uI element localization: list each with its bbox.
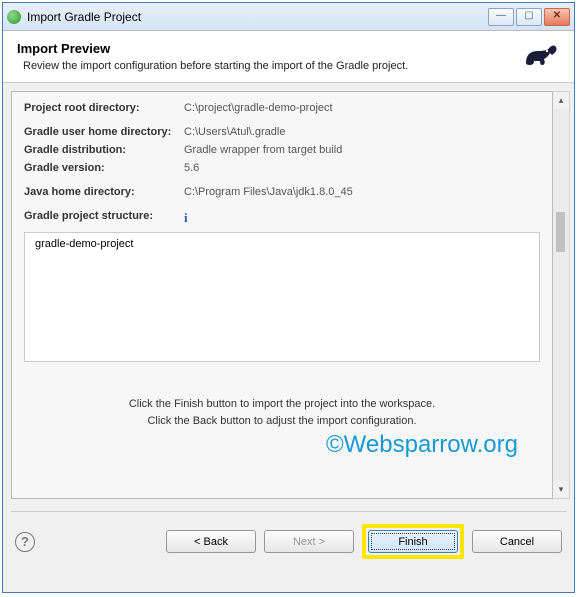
java-home-value: C:\Program Files\Java\jdk1.8.0_45 (184, 186, 353, 198)
distribution-value: Gradle wrapper from target build (184, 144, 342, 156)
info-icon[interactable]: i (184, 210, 188, 226)
separator (11, 511, 566, 512)
help-button[interactable]: ? (15, 532, 35, 552)
maximize-button[interactable]: ▢ (516, 8, 542, 26)
finish-highlight: Finish (362, 524, 464, 559)
hint-text: Click the Finish button to import the pr… (24, 396, 540, 429)
minimize-button[interactable]: — (488, 8, 514, 26)
user-home-label: Gradle user home directory: (24, 126, 184, 138)
cancel-button[interactable]: Cancel (472, 530, 562, 553)
tree-root-item[interactable]: gradle-demo-project (31, 237, 533, 251)
close-button[interactable]: ✕ (544, 8, 570, 26)
scroll-thumb[interactable] (556, 212, 565, 252)
version-value: 5.6 (184, 162, 199, 174)
gradle-logo-icon (520, 41, 560, 71)
button-bar: ? < Back Next > Finish Cancel (3, 516, 574, 569)
project-tree[interactable]: gradle-demo-project (24, 232, 540, 362)
header-panel: Import Preview Review the import configu… (3, 31, 574, 83)
distribution-label: Gradle distribution: (24, 144, 184, 156)
titlebar[interactable]: Import Gradle Project — ▢ ✕ (3, 3, 574, 31)
root-dir-value: C:\project\gradle-demo-project (184, 102, 333, 114)
finish-button[interactable]: Finish (368, 530, 458, 553)
scroll-down-icon[interactable]: ▾ (553, 481, 569, 498)
watermark-text: ©Websparrow.org (24, 431, 540, 459)
root-dir-label: Project root directory: (24, 102, 184, 114)
window-controls: — ▢ ✕ (488, 8, 570, 26)
user-home-value: C:\Users\Atul\.gradle (184, 126, 285, 138)
page-subtitle: Review the import configuration before s… (17, 60, 520, 72)
next-button: Next > (264, 530, 354, 553)
structure-label: Gradle project structure: (24, 210, 184, 226)
version-label: Gradle version: (24, 162, 184, 174)
body-panel: Project root directory: C:\project\gradl… (3, 83, 574, 507)
hint-line-2: Click the Back button to adjust the impo… (24, 413, 540, 430)
app-icon (7, 10, 21, 24)
content-frame: Project root directory: C:\project\gradl… (11, 91, 553, 499)
hint-line-1: Click the Finish button to import the pr… (24, 396, 540, 413)
page-title: Import Preview (17, 41, 520, 56)
java-home-label: Java home directory: (24, 186, 184, 198)
back-button[interactable]: < Back (166, 530, 256, 553)
window-title: Import Gradle Project (27, 10, 488, 24)
scroll-up-icon[interactable]: ▴ (553, 92, 569, 109)
vertical-scrollbar[interactable]: ▴ ▾ (553, 91, 570, 499)
dialog-window: Import Gradle Project — ▢ ✕ Import Previ… (2, 2, 575, 593)
